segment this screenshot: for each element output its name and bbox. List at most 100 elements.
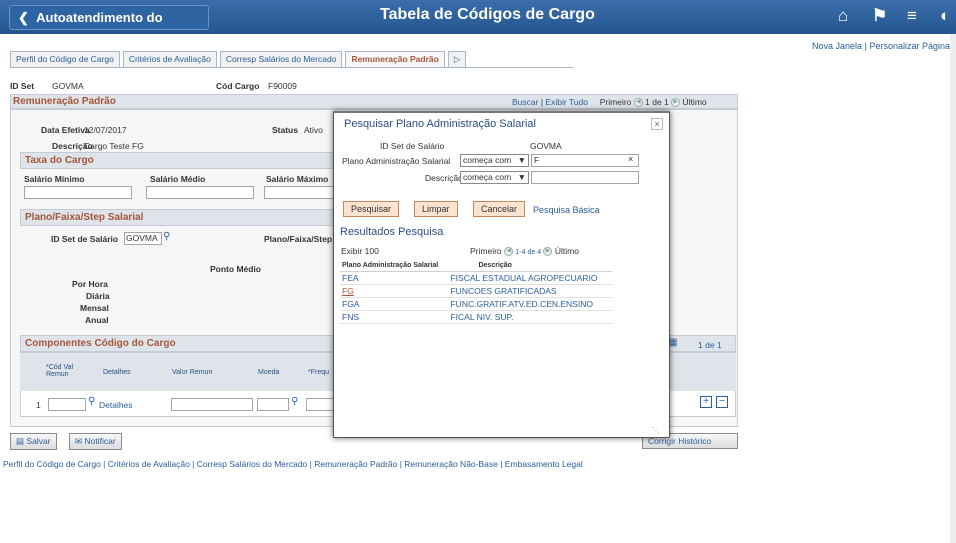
table-row[interactable]: FEA FISCAL ESTADUAL AGROPECUARIO — [340, 271, 612, 285]
results-table: Plano Administração Salarial Descrição F… — [340, 260, 612, 324]
prev-icon[interactable]: ◀ — [633, 98, 643, 108]
row-plan[interactable]: FNS — [340, 310, 449, 324]
search-modal: Pesquisar Plano Administração Salarial ×… — [333, 111, 670, 438]
home-icon[interactable]: ⌂ — [838, 6, 848, 26]
chevron-left-icon: ❮ — [18, 10, 29, 25]
prev-icon[interactable]: ◀ — [504, 247, 514, 257]
results-title: Resultados Pesquisa — [340, 226, 444, 238]
row-plan[interactable]: FEA — [340, 271, 449, 285]
description-value: Cargo Teste FG — [84, 141, 144, 151]
table-row[interactable]: FGA FUNC.GRATIF.ATV.ED.CEN.ENSINO — [340, 297, 612, 311]
modal-setid-label: ID Set de Salário — [380, 141, 445, 151]
mid-salary-label: Salário Médio — [150, 174, 206, 184]
details-link[interactable]: Detalhes — [99, 400, 133, 410]
tab-job-profile[interactable]: Perfil do Código de Cargo — [10, 51, 120, 68]
notify-icon: ✉ — [75, 436, 83, 446]
max-salary-input[interactable] — [264, 186, 336, 199]
annual-label: Anual — [85, 315, 109, 325]
mid-salary-input[interactable] — [146, 186, 254, 199]
clear-button[interactable]: Limpar — [414, 201, 458, 217]
tab-more-icon[interactable]: ▷ — [447, 51, 467, 68]
min-salary-input[interactable] — [24, 186, 132, 199]
monthly-label: Mensal — [80, 303, 109, 313]
row-desc[interactable]: FUNC.GRATIF.ATV.ED.CEN.ENSINO — [448, 297, 612, 311]
comp-code-input[interactable] — [48, 398, 86, 411]
col-code: *Cód Val Remun — [46, 364, 74, 378]
job-code-value: F90009 — [268, 81, 297, 91]
min-salary-label: Salário Mínimo — [24, 174, 85, 184]
col-frequency: *Frequ — [308, 369, 330, 376]
add-row-icon[interactable]: + — [700, 396, 712, 408]
table-row[interactable]: FG FUNCOES GRATIFICADAS — [340, 284, 612, 298]
modal-title: Pesquisar Plano Administração Salarial — [344, 118, 536, 130]
tab-evaluation[interactable]: Critérios de Avaliação — [122, 51, 217, 68]
salary-setid-input[interactable]: GOVMA — [124, 232, 162, 245]
cancel-button[interactable]: Cancelar — [473, 201, 526, 217]
page-title: Tabela de Códigos de Cargo — [380, 6, 595, 23]
back-button[interactable]: ❮ Autoatendimento do Gerente — [9, 5, 209, 48]
back-button-label: Autoatendimento do Gerente — [18, 10, 163, 48]
notify-button[interactable]: ✉ Notificar — [69, 433, 122, 450]
comp-value-input[interactable] — [171, 398, 253, 411]
menu-icon[interactable]: ≡ — [907, 6, 917, 26]
components-count: 1 de 1 — [698, 340, 722, 350]
resize-handle-icon[interactable]: ⋱ — [652, 426, 660, 435]
navbar-icon[interactable]: ◐ — [940, 6, 956, 26]
col-plan: Plano Administração Salarial — [340, 260, 449, 272]
plan-operator-select[interactable]: começa com ▼ — [460, 154, 529, 167]
top-links: Nova Janela | Personalizar Página — [812, 41, 950, 51]
row-plan[interactable]: FGA — [340, 297, 449, 311]
next-icon[interactable]: ▶ — [543, 247, 553, 257]
clear-icon[interactable]: × — [628, 154, 633, 164]
row-desc[interactable]: FISCAL ESTADUAL AGROPECUARIO — [448, 271, 612, 285]
plan-label: Plano/Faixa/Step — [264, 234, 333, 244]
desc-operator-select[interactable]: começa com ▼ — [460, 171, 529, 184]
search-button[interactable]: Pesquisar — [343, 201, 400, 217]
plan-value-input[interactable]: F — [531, 154, 639, 167]
lookup-icon[interactable]: ⚲ — [163, 231, 170, 242]
row-plan[interactable]: FG — [340, 284, 449, 298]
tab-market-salaries[interactable]: Corresp Salários do Mercado — [219, 51, 343, 68]
col-details: Detalhes — [103, 369, 131, 376]
modal-setid-value: GOVMA — [530, 141, 562, 151]
hourly-label: Por Hora — [72, 279, 108, 289]
new-window-link[interactable]: Nova Janela — [812, 41, 862, 51]
modal-desc-label: Descrição — [425, 173, 463, 183]
delete-row-icon[interactable]: − — [716, 396, 728, 408]
table-row[interactable]: FNS FICAL NIV. SUP. — [340, 310, 612, 324]
show-100-label: Exibir 100 — [341, 246, 379, 256]
col-desc: Descrição — [448, 260, 612, 272]
tab-default-comp[interactable]: Remuneração Padrão — [345, 51, 445, 68]
tab-bar: Perfil do Código de Cargo Critérios de A… — [10, 51, 467, 68]
col-value: Valor Remun — [172, 369, 213, 376]
results-nav: Primeiro ◀ 1-4 de 4 ▶ Último — [470, 246, 579, 257]
save-button[interactable]: ▤ Salvar — [10, 433, 57, 450]
rate-section-header: Taxa do Cargo — [20, 152, 340, 169]
frequency-input[interactable] — [306, 398, 334, 411]
flag-icon[interactable]: ⚑ — [872, 6, 887, 26]
footer-links[interactable]: Perfil do Código de Cargo | Critérios de… — [3, 459, 583, 469]
midpoint-label: Ponto Médio — [210, 264, 261, 274]
row-desc[interactable]: FICAL NIV. SUP. — [448, 310, 612, 324]
comp-code-lookup-icon[interactable]: ⚲ — [88, 396, 95, 407]
currency-lookup-icon[interactable]: ⚲ — [291, 396, 298, 407]
job-code-label: Cód Cargo — [216, 81, 260, 91]
personalize-link[interactable]: Personalizar Página — [869, 41, 950, 51]
row-desc[interactable]: FUNCOES GRATIFICADAS — [448, 284, 612, 298]
view-all-link[interactable]: Exibir Tudo — [545, 97, 588, 107]
basic-search-link[interactable]: Pesquisa Básica — [533, 205, 600, 215]
plan-section-header: Plano/Faixa/Step Salarial — [20, 209, 340, 226]
desc-value-input[interactable] — [531, 171, 639, 184]
next-icon[interactable]: ▶ — [671, 98, 681, 108]
find-link[interactable]: Buscar — [512, 97, 538, 107]
modal-plan-label: Plano Administração Salarial — [342, 156, 451, 166]
currency-input[interactable] — [257, 398, 289, 411]
row-number: 1 — [36, 400, 41, 410]
status-value: Ativo — [304, 125, 323, 135]
tab-underline — [10, 67, 573, 68]
status-label: Status — [272, 125, 298, 135]
setid-label: ID Set — [10, 81, 35, 91]
close-icon[interactable]: × — [651, 118, 663, 130]
max-salary-label: Salário Máximo — [266, 174, 329, 184]
setid-value: GOVMA — [52, 81, 84, 91]
